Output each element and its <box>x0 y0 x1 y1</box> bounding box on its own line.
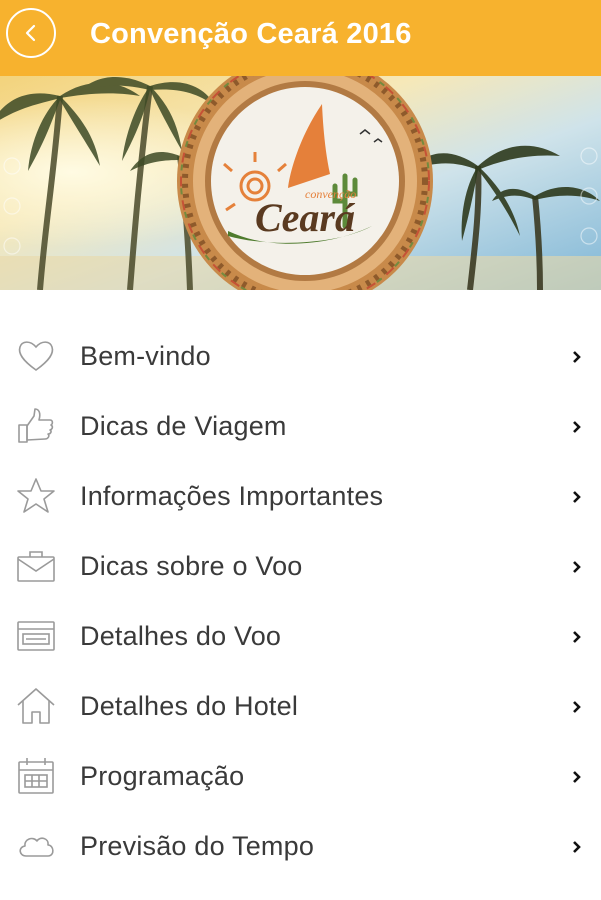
logo-big-text: Ceará <box>255 195 356 240</box>
menu-item-informacoes-importantes[interactable]: Informações Importantes <box>0 460 601 530</box>
menu-list: Bem-vindo Dicas de Viagem Informações Im… <box>0 320 601 880</box>
ticket-icon <box>17 621 55 651</box>
chevron-right-icon <box>573 351 581 363</box>
menu-item-label: Detalhes do Voo <box>80 621 282 651</box>
app-bar: Convenção Ceará 2016 <box>0 0 601 76</box>
calendar-icon <box>18 758 54 794</box>
menu-item-label: Bem-vindo <box>80 341 211 371</box>
chevron-right-icon <box>573 631 581 643</box>
menu-item-label: Informações Importantes <box>80 481 384 511</box>
menu-item-detalhes-do-voo[interactable]: Detalhes do Voo <box>0 600 601 670</box>
thumbs-up-icon <box>18 408 54 443</box>
app-title: Convenção Ceará 2016 <box>90 18 412 50</box>
menu-item-dicas-de-viagem[interactable]: Dicas de Viagem <box>0 390 601 460</box>
cloud-icon <box>19 837 54 857</box>
menu-item-programacao[interactable]: Programação <box>0 740 601 810</box>
chevron-right-icon <box>573 701 581 713</box>
chevron-right-icon <box>573 561 581 573</box>
menu-item-label: Dicas sobre o Voo <box>80 551 303 581</box>
house-icon <box>17 688 55 724</box>
menu-item-label: Detalhes do Hotel <box>80 691 299 721</box>
back-button[interactable] <box>6 8 56 58</box>
menu-item-bem-vindo[interactable]: Bem-vindo <box>0 320 601 390</box>
menu-item-label: Dicas de Viagem <box>80 411 287 441</box>
menu-item-detalhes-do-hotel[interactable]: Detalhes do Hotel <box>0 670 601 740</box>
menu-item-label: Previsão do Tempo <box>80 831 315 861</box>
chevron-right-icon <box>573 771 581 783</box>
menu-item-label: Programação <box>80 761 245 791</box>
menu-item-dicas-sobre-o-voo[interactable]: Dicas sobre o Voo <box>0 530 601 600</box>
menu-item-previsao-do-tempo[interactable]: Previsão do Tempo <box>0 810 601 880</box>
chevron-right-icon <box>573 491 581 503</box>
hero-banner: convenção Ceará <box>0 76 601 290</box>
star-icon <box>17 478 55 513</box>
heart-icon <box>18 341 54 371</box>
chevron-right-icon <box>573 421 581 433</box>
chevron-left-icon <box>25 24 36 42</box>
briefcase-icon <box>17 551 55 582</box>
chevron-right-icon <box>573 841 581 853</box>
